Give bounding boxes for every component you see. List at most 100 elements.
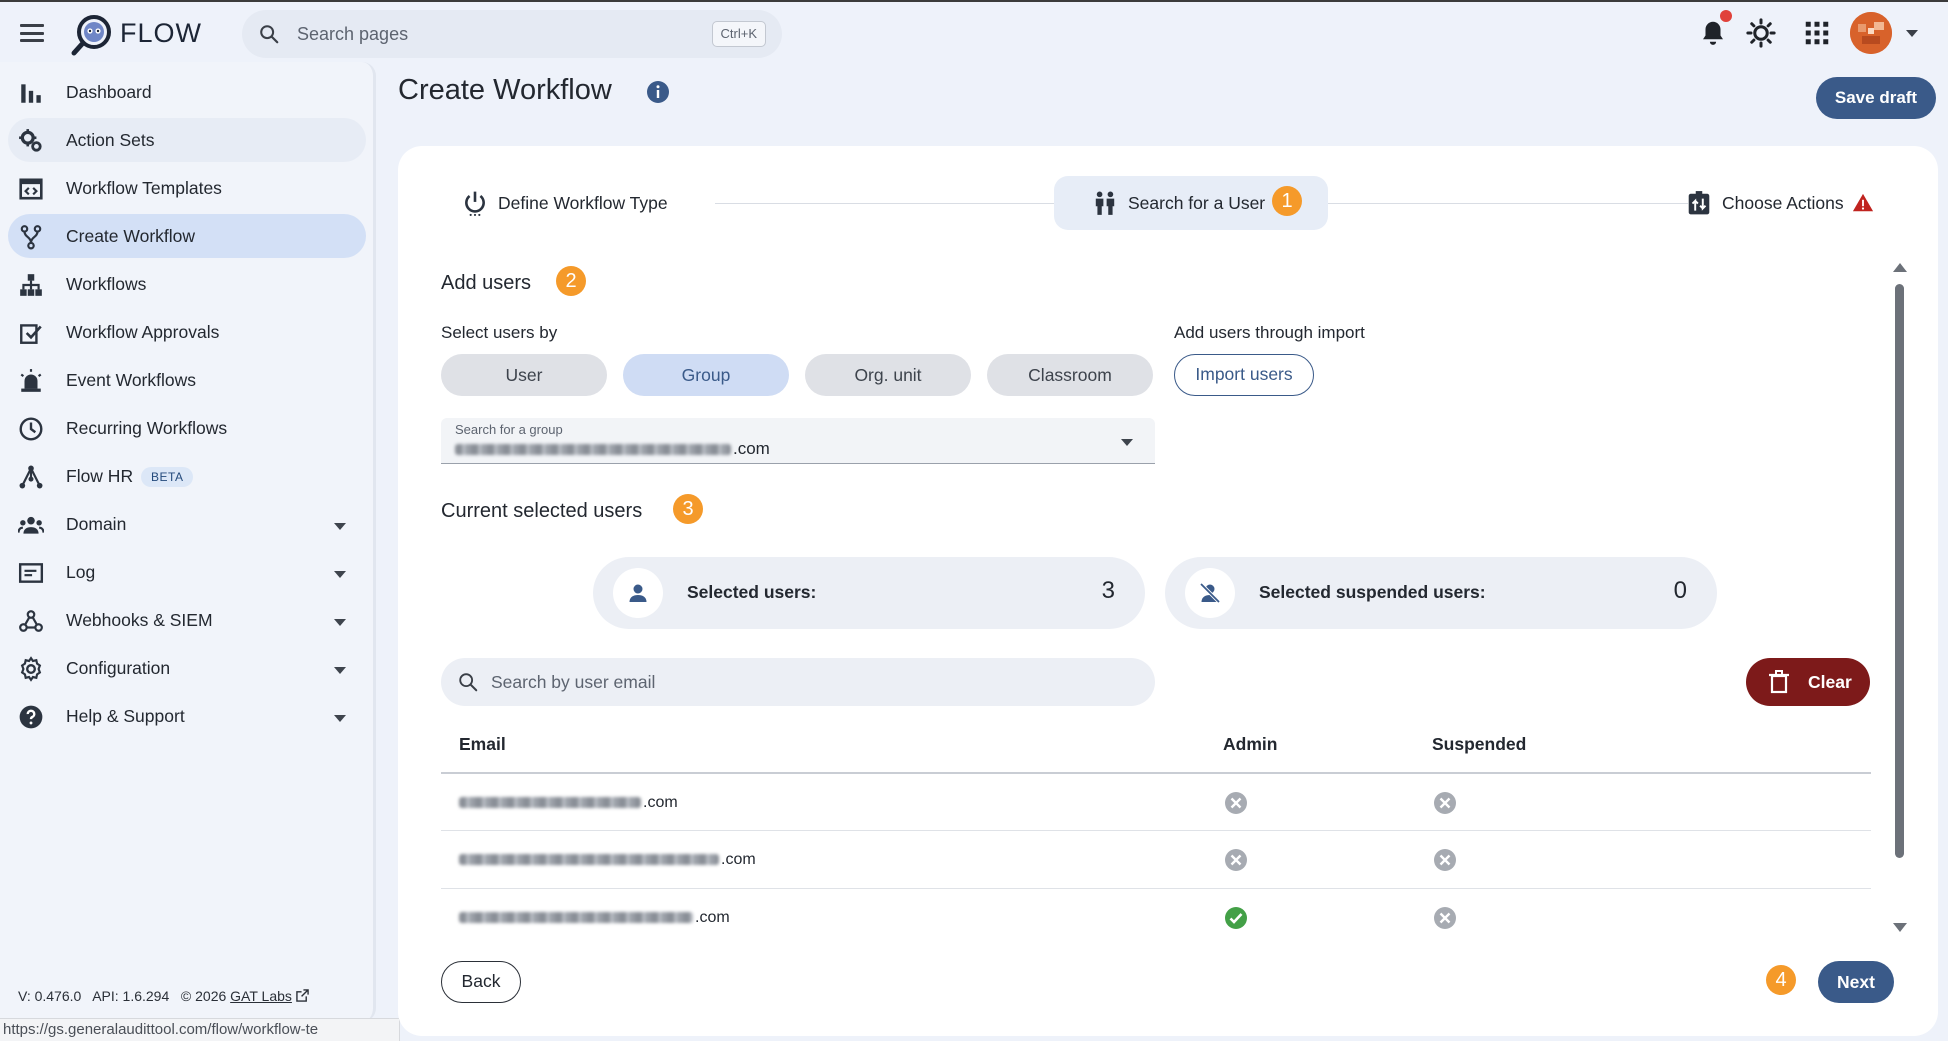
group-email-domain-suffix: .com: [733, 439, 770, 458]
gat-labs-link[interactable]: GAT Labs: [230, 988, 292, 1004]
bell-icon[interactable]: [1698, 18, 1728, 48]
sidebar-item-flow-hr[interactable]: Flow HR BETA: [8, 454, 366, 498]
selected-users-count: 3: [1101, 577, 1115, 604]
email-domain-suffix: .com: [643, 794, 678, 811]
back-button[interactable]: Back: [441, 961, 521, 1003]
swap-actions-icon: [1688, 191, 1710, 215]
avatar[interactable]: [1850, 12, 1892, 54]
sidebar-item-label: Workflow Approvals: [66, 322, 220, 342]
sidebar-item-workflows[interactable]: Workflows: [8, 262, 366, 306]
brand-name: FLOW: [120, 18, 202, 48]
current-selected-users-title: Current selected users: [441, 500, 643, 522]
redacted-text: [459, 912, 693, 923]
import-users-button[interactable]: Import users: [1174, 354, 1314, 396]
column-header-suspended: Suspended: [1432, 734, 1527, 754]
webhook-icon: [19, 610, 43, 632]
step-define-workflow-type[interactable]: Define Workflow Type: [456, 176, 706, 230]
sidebar-item-webhooks-siem[interactable]: Webhooks & SIEM: [8, 598, 366, 642]
expand-chevron-icon: [334, 523, 346, 530]
stepper-connector: [715, 203, 1055, 204]
selected-users-card: Selected users: 3: [593, 557, 1145, 629]
search-placeholder: Search pages: [297, 24, 409, 44]
table-row[interactable]: .com: [441, 830, 1871, 888]
sidebar-item-event-workflows[interactable]: Event Workflows: [8, 358, 366, 402]
user-icon-circle: [613, 568, 663, 618]
version-info: V: 0.476.0 API: 1.6.294 © 2026 GAT Labs: [18, 988, 309, 1004]
sidebar: Dashboard Action Sets Workflow Templates…: [0, 62, 378, 1041]
table-row[interactable]: .com: [441, 888, 1871, 946]
user-email: .com: [459, 851, 756, 869]
help-icon: [19, 705, 43, 729]
sidebar-item-label: Create Workflow: [66, 226, 196, 246]
sidebar-item-label: Action Sets: [66, 130, 155, 150]
tour-badge-2: 2: [556, 266, 586, 296]
group-search-select[interactable]: Search for a group .com: [441, 418, 1155, 464]
next-button[interactable]: Next: [1818, 961, 1894, 1003]
sidebar-item-recurring-workflows[interactable]: Recurring Workflows: [8, 406, 366, 450]
sidebar-item-label: Event Workflows: [66, 370, 196, 390]
sidebar-item-label: Help & Support: [66, 706, 185, 726]
scroll-down-arrow-icon[interactable]: [1893, 923, 1907, 932]
hierarchy-icon: [19, 465, 43, 489]
search-shortcut-hint: Ctrl+K: [711, 21, 766, 47]
clear-button-label: Clear: [1808, 672, 1852, 692]
sidebar-item-workflow-approvals[interactable]: Workflow Approvals: [8, 310, 366, 354]
clock-icon: [19, 417, 43, 441]
save-draft-button[interactable]: Save draft: [1816, 77, 1936, 119]
page-search-box[interactable]: Search pages Ctrl+K: [242, 10, 782, 58]
expand-chevron-icon: [334, 619, 346, 626]
warning-icon: [1852, 193, 1874, 212]
redacted-text: [455, 444, 731, 455]
not-suspended-x-icon: [1434, 792, 1456, 814]
brightness-icon[interactable]: [1746, 18, 1776, 48]
sidebar-item-label: Domain: [66, 514, 127, 534]
siren-icon: [20, 369, 42, 392]
sidebar-item-label: Configuration: [66, 658, 171, 678]
dropdown-chevron-icon: [1121, 439, 1133, 446]
select-by-group-button[interactable]: Group: [623, 354, 789, 396]
log-icon: [18, 563, 44, 583]
select-by-user-button[interactable]: User: [441, 354, 607, 396]
menu-icon[interactable]: [20, 24, 44, 42]
not-admin-x-icon: [1225, 792, 1247, 814]
user-email-search-input[interactable]: Search by user email: [441, 658, 1155, 706]
trash-icon: [1769, 670, 1789, 694]
email-search-placeholder: Search by user email: [491, 672, 656, 692]
user-icon: [629, 584, 647, 602]
scroll-up-arrow-icon[interactable]: [1893, 263, 1907, 272]
scrollbar-thumb[interactable]: [1895, 284, 1904, 858]
email-domain-suffix: .com: [721, 851, 756, 868]
tour-badge-4: 4: [1766, 965, 1796, 995]
info-icon[interactable]: [646, 80, 670, 104]
account-menu-chevron-icon[interactable]: [1906, 30, 1918, 37]
not-suspended-x-icon: [1434, 849, 1456, 871]
sidebar-item-create-workflow[interactable]: Create Workflow: [8, 214, 366, 258]
step-choose-actions[interactable]: Choose Actions: [1680, 176, 1880, 230]
sidebar-item-log[interactable]: Log: [8, 550, 366, 594]
sidebar-item-help-support[interactable]: Help & Support: [8, 694, 366, 738]
expand-chevron-icon: [334, 571, 346, 578]
select-by-classroom-button[interactable]: Classroom: [987, 354, 1153, 396]
page-title: Create Workflow: [398, 74, 612, 106]
email-domain-suffix: .com: [695, 909, 730, 926]
sidebar-item-configuration[interactable]: Configuration: [8, 646, 366, 690]
sidebar-item-domain[interactable]: Domain: [8, 502, 366, 546]
not-suspended-x-icon: [1434, 907, 1456, 929]
expand-chevron-icon: [334, 715, 346, 722]
redacted-text: [459, 854, 719, 865]
beta-badge: BETA: [141, 467, 194, 487]
step-label: Search for a User: [1128, 193, 1266, 213]
clear-button[interactable]: Clear: [1746, 658, 1870, 706]
sidebar-item-action-sets[interactable]: Action Sets: [8, 118, 366, 162]
bar-chart-icon: [21, 84, 41, 103]
sidebar-item-label: Flow HR: [66, 466, 134, 486]
sidebar-item-dashboard[interactable]: Dashboard: [8, 70, 366, 114]
admin-check-icon: [1225, 907, 1247, 929]
sidebar-item-workflow-templates[interactable]: Workflow Templates: [8, 166, 366, 210]
notification-dot: [1720, 10, 1732, 22]
code-window-icon: [19, 178, 43, 200]
sidebar-item-label: Recurring Workflows: [66, 418, 228, 438]
table-row[interactable]: .com: [441, 772, 1871, 830]
select-by-org-unit-button[interactable]: Org. unit: [805, 354, 971, 396]
apps-grid-icon[interactable]: [1802, 18, 1832, 48]
